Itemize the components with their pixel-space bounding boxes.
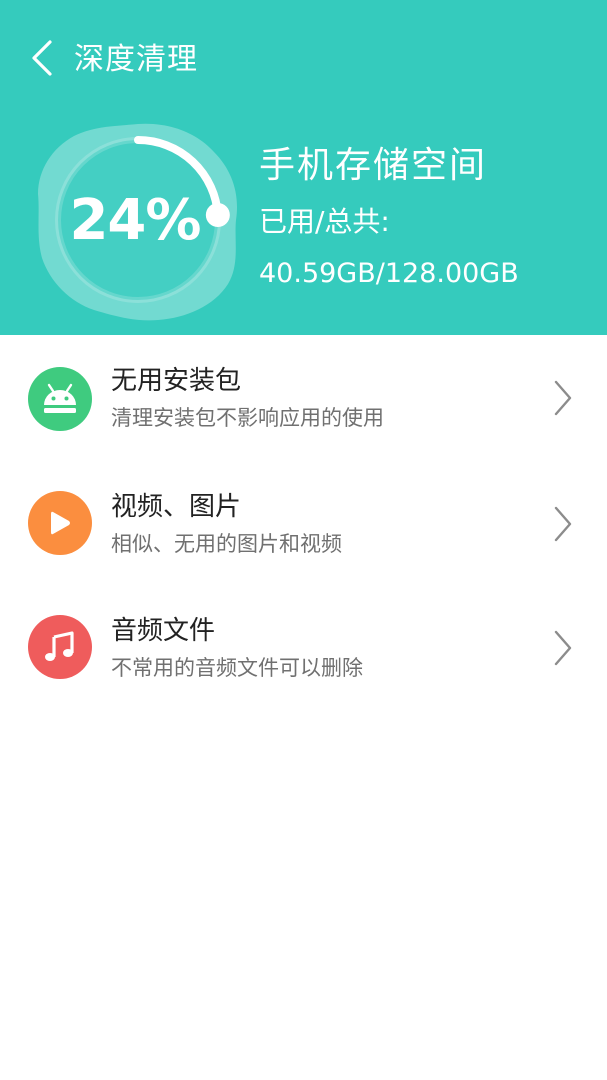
item-icon-circle: [28, 367, 92, 431]
chevron-right-icon: [548, 626, 578, 670]
page-title: 深度清理: [74, 42, 198, 77]
chevron-right-icon: [548, 376, 578, 420]
android-icon: [44, 383, 76, 413]
list-item-unused-packages[interactable]: 无用安装包 清理安装包不影响应用的使用: [0, 335, 607, 459]
item-subtitle: 相似、无用的图片和视频: [111, 532, 342, 556]
music-note-icon: [45, 631, 74, 661]
list-item-videos-images[interactable]: 视频、图片 相似、无用的图片和视频: [0, 459, 607, 583]
play-icon: [51, 511, 70, 535]
header: 深度清理 24% 手机存储空间 已用/总共: 40.59GB/128.00GB: [0, 0, 607, 335]
item-subtitle: 不常用的音频文件可以删除: [111, 656, 363, 680]
chevron-right-icon: [548, 502, 578, 546]
item-title: 音频文件: [111, 616, 216, 646]
item-icon-circle: [28, 491, 92, 555]
item-subtitle: 清理安装包不影响应用的使用: [111, 406, 384, 430]
item-icon-circle: [28, 615, 92, 679]
list-item-audio-files[interactable]: 音频文件 不常用的音频文件可以删除: [0, 583, 607, 707]
storage-title: 手机存储空间: [259, 145, 488, 186]
storage-used-label: 已用/总共:: [259, 205, 390, 238]
storage-values: 40.59GB/128.00GB: [259, 258, 519, 289]
item-title: 视频、图片: [111, 492, 242, 522]
back-button[interactable]: [22, 34, 62, 82]
item-title: 无用安装包: [111, 366, 242, 396]
chevron-left-icon: [32, 40, 52, 76]
storage-gauge: 24%: [36, 118, 240, 322]
storage-percent: 24%: [69, 187, 201, 253]
